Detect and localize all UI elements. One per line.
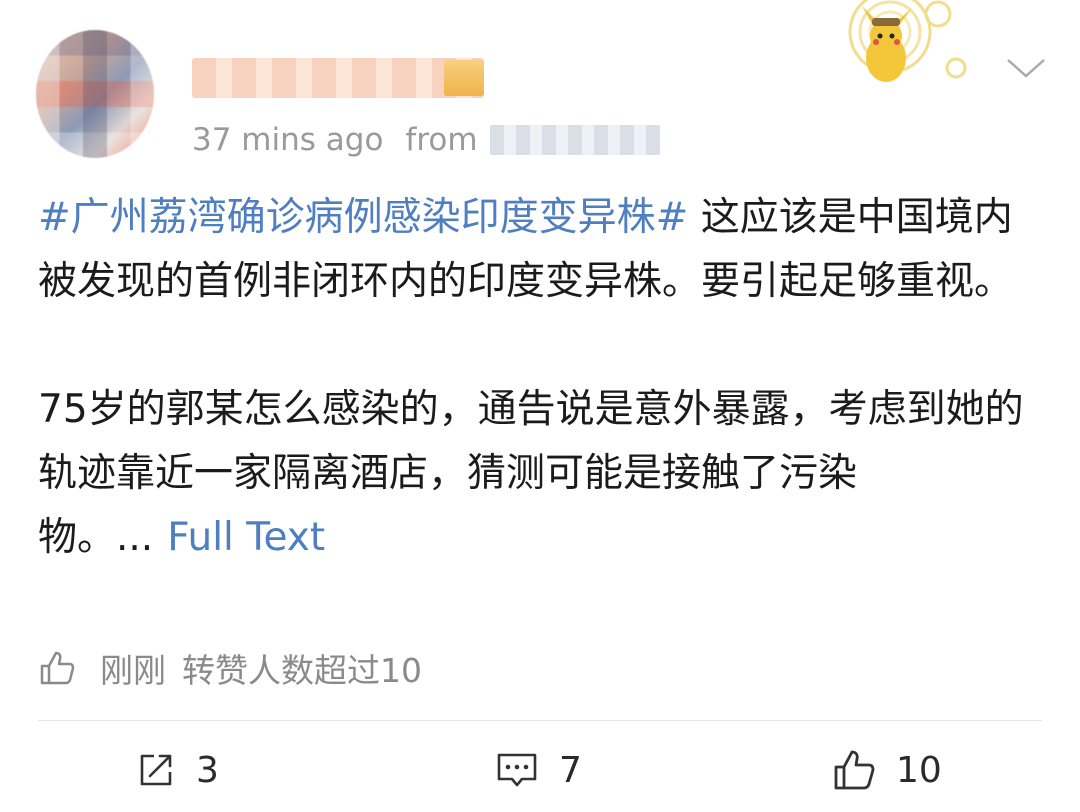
repost-count: 3 (196, 749, 219, 791)
post-time: 37 mins ago (192, 122, 384, 158)
likes-text: 转赞人数超过10 (182, 651, 422, 690)
thumb-up-outline-icon (40, 651, 75, 685)
full-text-link[interactable]: Full Text (167, 515, 325, 560)
post-meta: 37 mins ago from (192, 120, 660, 160)
hashtag-link[interactable]: #广州荔湾确诊病例感染印度变异株# (38, 195, 688, 240)
post-paragraph-1: #广州荔湾确诊病例感染印度变异株# 这应该是中国境内被发现的首例非闭环内的印度变… (38, 186, 1048, 314)
share-box-icon (140, 754, 172, 786)
username-blurred[interactable] (192, 58, 484, 98)
likes-time: 刚刚 (100, 651, 166, 690)
post-content: #广州荔湾确诊病例感染印度变异株# 这应该是中国境内被发现的首例非闭环内的印度变… (38, 186, 1048, 570)
like-button[interactable]: 10 (832, 735, 942, 805)
comment-bubble-icon (497, 753, 537, 787)
likes-summary: 刚刚 转赞人数超过10 (38, 640, 422, 696)
chevron-down-icon[interactable] (1004, 56, 1048, 80)
avatar[interactable] (36, 30, 154, 158)
weibo-post: 37 mins ago from #广州荔湾确诊病例感染印度变异株# 这应该是中… (0, 0, 1080, 812)
source-blurred (489, 125, 660, 155)
post-paragraph-2: 75岁的郭某怎么感染的，通告说是意外暴露，考虑到她的轨迹靠近一家隔离酒店，猜测可… (38, 378, 1048, 570)
comment-button[interactable]: 7 (495, 735, 582, 805)
pikachu-badge-icon (848, 0, 967, 82)
thumb-up-icon (834, 750, 875, 790)
divider (38, 720, 1042, 721)
action-bar: 3 7 10 (0, 735, 1080, 805)
source-label: from (405, 122, 478, 158)
like-count: 10 (896, 749, 942, 791)
repost-button[interactable]: 3 (136, 735, 219, 805)
comment-count: 7 (559, 749, 582, 791)
